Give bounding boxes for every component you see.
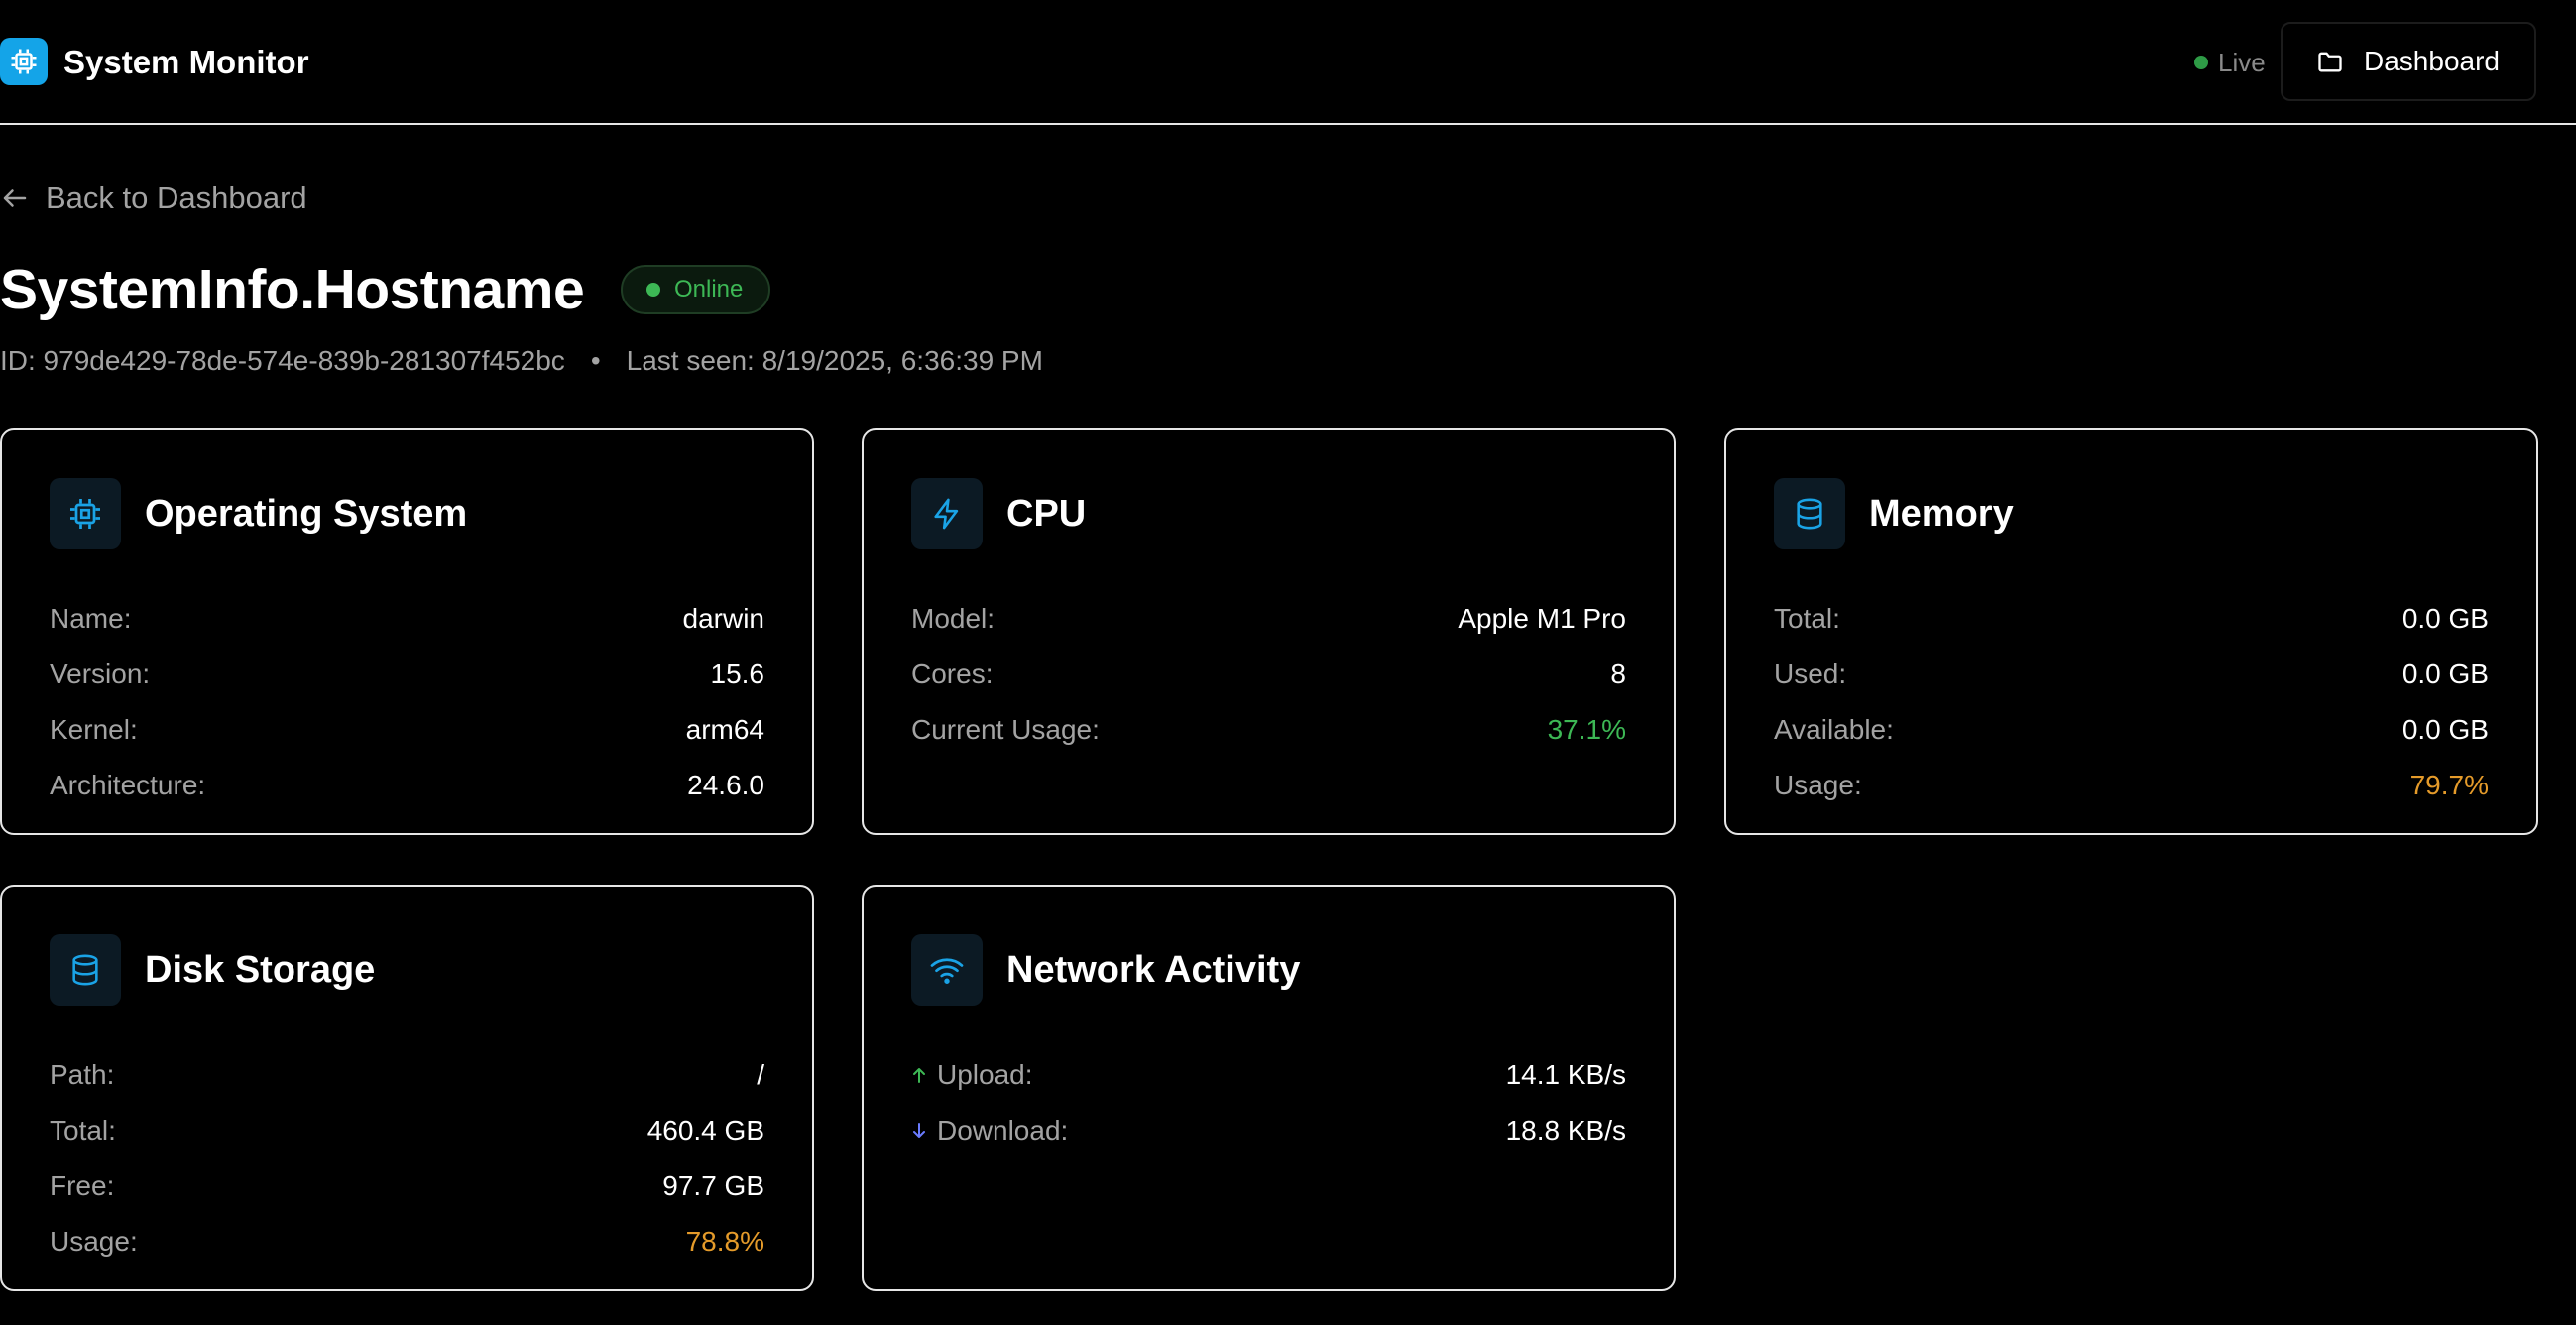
dashboard-button[interactable]: Dashboard <box>2281 22 2536 101</box>
disk-usage-row: Usage: 78.8% <box>50 1214 764 1269</box>
memory-available-row: Available: 0.0 GB <box>1774 702 2489 758</box>
row-label: Model: <box>911 603 995 634</box>
row-value: 0.0 GB <box>2401 603 2489 634</box>
arrow-up-icon <box>913 1068 925 1083</box>
database-icon <box>1774 478 1845 549</box>
card-title: Network Activity <box>1006 948 1301 991</box>
row-label: Version: <box>50 659 151 689</box>
memory-card: Memory Total: 0.0 GB Used: 0.0 GB Availabl… <box>1724 428 2538 835</box>
back-link-label: Back to Dashboard <box>46 181 307 215</box>
cpu-model-row: Model: Apple M1 Pro <box>911 591 1626 647</box>
row-label: Used: <box>1774 659 1847 689</box>
row-value: darwin <box>682 603 764 634</box>
memory-used-row: Used: 0.0 GB <box>1774 647 2489 702</box>
wifi-icon <box>911 934 983 1006</box>
row-label: Cores: <box>911 659 994 689</box>
live-label: Live <box>2218 48 2266 77</box>
app-logo-icon <box>0 38 48 85</box>
row-value: / <box>757 1059 764 1090</box>
row-value: Apple M1 Pro <box>1458 603 1626 634</box>
network-upload-row: Upload: 14.1 KB/s <box>911 1047 1626 1103</box>
row-label: Usage: <box>1774 770 1862 800</box>
cpu-card: CPU Model: Apple M1 Pro Cores: 8 Current U… <box>862 428 1676 835</box>
operating-system-card: Operating System Name: darwin Version: 15.… <box>0 428 814 835</box>
row-label: Upload: <box>911 1059 1033 1091</box>
row-value: arm64 <box>685 714 764 745</box>
row-value: 79.7% <box>2409 770 2489 800</box>
row-value: 15.6 <box>710 659 765 689</box>
row-value: 460.4 GB <box>646 1115 764 1145</box>
meta-separator: • <box>590 345 601 376</box>
back-to-dashboard-link[interactable]: Back to Dashboard <box>0 179 307 218</box>
cpu-usage-row: Current Usage: 37.1% <box>911 702 1626 758</box>
row-label: Name: <box>50 603 132 634</box>
row-label: Free: <box>50 1170 115 1201</box>
folder-icon <box>2318 52 2342 72</box>
network-activity-card: Network Activity Upload: 14.1 KB/s Downl… <box>862 885 1676 1291</box>
status-dot-icon <box>646 283 660 297</box>
row-label: Current Usage: <box>911 714 1100 745</box>
cpu-chip-icon <box>50 478 121 549</box>
row-value: 97.7 GB <box>662 1170 764 1201</box>
memory-usage-row: Usage: 79.7% <box>1774 758 2489 813</box>
os-kernel-row: Kernel: arm64 <box>50 702 764 758</box>
card-title: Disk Storage <box>145 948 376 991</box>
disk-path-row: Path: / <box>50 1047 764 1103</box>
database-icon <box>50 934 121 1006</box>
disk-total-row: Total: 460.4 GB <box>50 1103 764 1158</box>
cpu-cores-row: Cores: 8 <box>911 647 1626 702</box>
lightning-icon <box>911 478 983 549</box>
row-label: Available: <box>1774 714 1894 745</box>
disk-storage-card: Disk Storage Path: / Total: 460.4 GB Free:… <box>0 885 814 1291</box>
row-value: 78.8% <box>685 1226 764 1257</box>
arrow-down-icon <box>913 1123 925 1138</box>
row-value: 24.6.0 <box>687 770 764 800</box>
card-title: Memory <box>1869 492 2014 535</box>
upload-label: Upload: <box>937 1059 1033 1090</box>
page-title: SystemInfo.Hostname <box>0 258 585 321</box>
row-value: 14.1 KB/s <box>1505 1059 1626 1090</box>
row-value: 37.1% <box>1547 714 1626 745</box>
memory-total-row: Total: 0.0 GB <box>1774 591 2489 647</box>
os-version-row: Version: 15.6 <box>50 647 764 702</box>
arrow-left-icon <box>3 189 27 207</box>
os-name-row: Name: darwin <box>50 591 764 647</box>
status-badge-label: Online <box>674 276 744 302</box>
status-badge: Online <box>621 265 771 314</box>
download-label: Download: <box>937 1115 1069 1145</box>
top-bar: System Monitor Live Dashboard <box>0 0 2576 125</box>
row-label: Usage: <box>50 1226 138 1257</box>
live-dot-icon <box>2194 56 2208 69</box>
row-label: Total: <box>1774 603 1840 634</box>
row-value: 0.0 GB <box>2401 659 2489 689</box>
app-title: System Monitor <box>63 44 309 80</box>
row-label: Kernel: <box>50 714 138 745</box>
row-value: 0.0 GB <box>2401 714 2489 745</box>
live-indicator: Live <box>2194 46 2266 79</box>
last-seen: Last seen: 8/19/2025, 6:36:39 PM <box>626 345 1043 376</box>
row-value: 8 <box>1610 659 1626 689</box>
network-download-row: Download: 18.8 KB/s <box>911 1103 1626 1158</box>
row-label: Path: <box>50 1059 115 1090</box>
card-title: Operating System <box>145 492 468 535</box>
host-id: ID: 979de429-78de-574e-839b-281307f452bc <box>0 345 565 376</box>
disk-free-row: Free: 97.7 GB <box>50 1158 764 1214</box>
os-architecture-row: Architecture: 24.6.0 <box>50 758 764 813</box>
row-label: Total: <box>50 1115 116 1145</box>
host-meta: ID: 979de429-78de-574e-839b-281307f452bc… <box>0 341 1043 381</box>
row-value: 18.8 KB/s <box>1505 1115 1626 1145</box>
card-title: CPU <box>1006 492 1087 535</box>
row-label: Download: <box>911 1115 1068 1146</box>
row-label: Architecture: <box>50 770 206 800</box>
dashboard-button-label: Dashboard <box>2364 46 2500 76</box>
